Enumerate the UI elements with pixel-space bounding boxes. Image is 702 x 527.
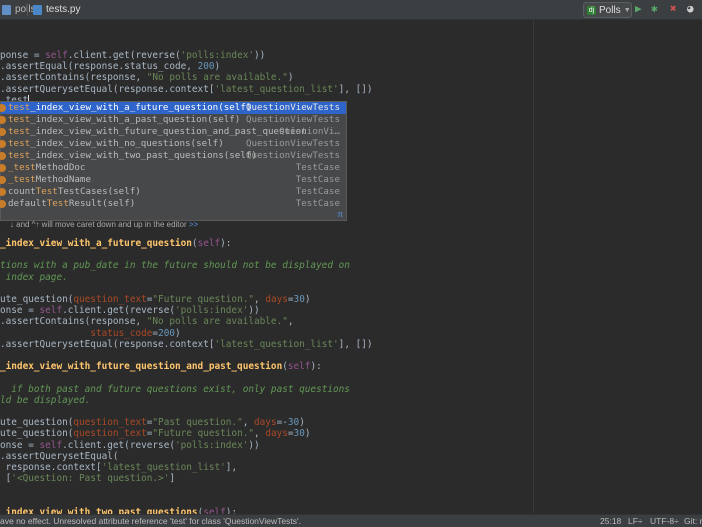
code-completion-popup[interactable]: ↓ and ^↑ will move caret down and up in … [0,101,347,229]
method-icon [0,116,6,124]
completion-item-name: test_index_view_with_a_future_question(s… [8,102,252,113]
completion-item-type: TestCase [295,186,340,197]
code-line[interactable]: .assertQuerysetEqual(response.context['l… [0,339,373,351]
completion-item-name: defaultTestResult(self) [8,198,136,209]
method-icon [0,152,6,160]
method-icon [0,200,6,208]
pi-icon[interactable]: π [337,210,343,220]
completion-item-type: QuestionViewTests [245,138,340,149]
completion-hint: ↓ and ^↑ will move caret down and up in … [1,210,346,229]
status-bar: ave no effect. Unresolved attribute refe… [0,514,702,527]
code-line[interactable]: ld be displayed. [0,395,90,407]
code-line[interactable]: .assertContains(response, "No polls are … [0,316,294,328]
python-file-icon [33,4,42,15]
completion-item[interactable]: test_index_view_with_no_questions(self) Q… [0,138,346,150]
code-line[interactable]: if both past and future questions exist,… [0,384,350,396]
code-line[interactable]: ute_question(question_text="Future quest… [0,428,311,440]
completion-item-name: countTestTestCases(self) [8,186,141,197]
completion-hint-text: ↓ and ^↑ will move caret down and up in … [9,220,187,229]
completion-item-name: _testMethodName [8,174,91,185]
chevron-down-icon: ▼ [623,6,631,14]
completion-item-name: test_index_view_with_no_questions(self) [8,138,224,149]
completion-item-type: TestCase [295,198,340,209]
completion-item-name: _testMethodDoc [8,162,86,173]
completion-item-name: test_index_view_with_future_question_and… [8,126,307,137]
code-line[interactable]: response.context['latest_question_list']… [0,462,237,474]
completion-item-type: QuestionVi… [279,126,340,137]
django-icon: dj [587,5,596,15]
run-configuration-select[interactable]: dj Polls ▼ [583,2,632,18]
completion-item-name: test_index_view_with_a_past_question(sel… [8,114,241,125]
coverage-icon[interactable]: ✖ [670,3,677,15]
completion-item[interactable]: _testMethodName TestCase [0,174,346,186]
tab-divider [27,3,28,16]
function-definition-line[interactable]: _index_view_with_a_future_question(self)… [0,238,231,250]
file-encoding[interactable]: UTF-8÷ [650,515,679,527]
completion-item[interactable]: test_index_view_with_future_question_and… [0,126,346,138]
tab-tests-py[interactable]: tests.py [33,0,80,19]
folder-icon [2,4,11,15]
code-line[interactable]: .assertQuerysetEqual(response.context['l… [0,84,373,96]
completion-item[interactable]: test_index_view_with_a_past_question(sel… [0,114,346,126]
line-separator[interactable]: LF÷ [628,515,643,527]
code-line[interactable]: onse = self.client.get(reverse('polls:in… [0,440,260,452]
vcs-branch[interactable]: Git: m [684,515,702,527]
method-icon [0,128,6,136]
completion-item-type: QuestionViewTests [245,102,340,113]
function-definition-line[interactable]: _index_view_with_future_question_and_pas… [0,361,322,373]
code-line[interactable]: status_code=200) [0,328,180,340]
code-line[interactable]: tions with a pub_date in the future shou… [0,260,350,272]
code-line[interactable]: .assertQuerysetEqual( [0,451,119,463]
method-icon [0,188,6,196]
completion-item-type: TestCase [295,162,340,173]
completion-item-name: test_index_view_with_two_past_questions(… [8,150,257,161]
code-line[interactable]: index page. [0,272,68,284]
method-icon [0,164,6,172]
code-line[interactable]: ute_question(question_text="Future quest… [0,294,311,306]
completion-item[interactable]: test_index_view_with_a_future_question(s… [0,102,346,114]
code-line[interactable]: .assertContains(response, "No polls are … [0,72,294,84]
completion-item[interactable]: countTestTestCases(self) TestCase [0,186,346,198]
code-line[interactable]: ute_question(question_text="Past questio… [0,417,305,429]
code-line[interactable]: .assertEqual(response.status_code, 200) [0,61,220,73]
play-icon[interactable]: ▶ [635,3,642,15]
completion-item-type: TestCase [295,174,340,185]
method-icon [0,104,6,112]
completion-item-type: QuestionViewTests [245,150,340,161]
tab-polls[interactable]: polls [2,0,36,19]
completion-item[interactable]: defaultTestResult(self) TestCase [0,198,346,210]
method-icon [0,140,6,148]
right-margin-guide [533,20,534,513]
bug-icon[interactable]: ✱ [651,3,658,15]
status-message: ave no effect. Unresolved attribute refe… [0,516,301,526]
completion-item[interactable]: _testMethodDoc TestCase [0,162,346,174]
caret-position[interactable]: 25:18 [600,515,621,527]
code-line[interactable]: onse = self.client.get(reverse('polls:in… [0,305,260,317]
tab-label: tests.py [46,4,81,15]
method-icon [0,176,6,184]
completion-item-type: QuestionViewTests [245,114,340,125]
profile-icon[interactable]: ◕ [687,3,694,15]
code-line[interactable]: ponse = self.client.get(reverse('polls:i… [0,50,265,62]
run-config-label: Polls [599,4,621,16]
completion-item[interactable]: test_index_view_with_two_past_questions(… [0,150,346,162]
code-line[interactable]: ['<Question: Past question.>'] [0,473,175,485]
completion-hint-link[interactable]: >> [189,220,198,229]
editor-tab-bar: polls tests.py dj Polls ▼ ▶ ✱ ✖ ◕ [0,0,702,20]
